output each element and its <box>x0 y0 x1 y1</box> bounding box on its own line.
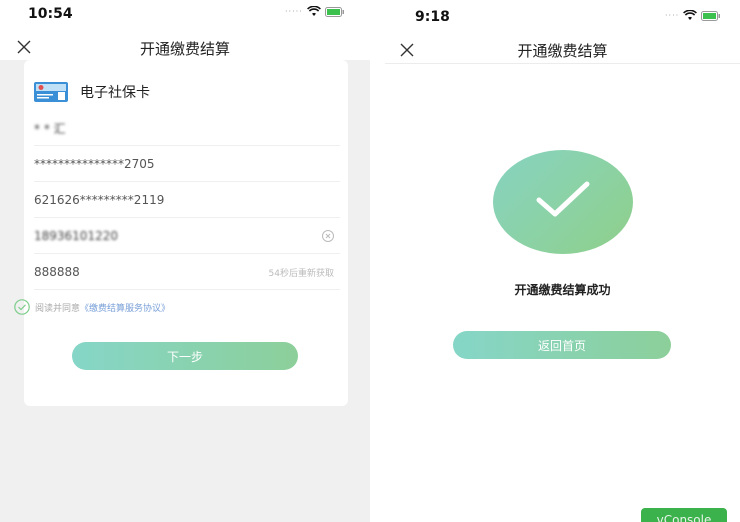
right-screen: 9:18 ···· 开通缴费结算 开通缴费结算成功 返回首页 vConsole <box>385 0 740 522</box>
resend-code-button[interactable]: 54秒后重新获取 <box>269 266 334 279</box>
divider <box>34 289 340 290</box>
left-screen: 10:54 ····· 开通缴费结算 电子社保卡 * * 汇 *********… <box>0 0 370 522</box>
id-number-field: ***************2705 <box>34 146 340 182</box>
wifi-icon <box>306 6 321 17</box>
clear-icon[interactable] <box>322 230 334 242</box>
agreement-prefix: 阅读并同意 <box>35 303 81 314</box>
status-icons: ···· <box>665 10 721 21</box>
divider <box>385 63 740 64</box>
verification-code-field[interactable]: 888888 54秒后重新获取 <box>34 254 340 290</box>
checkmark-icon <box>536 181 590 217</box>
bank-card-value: 621626*********2119 <box>34 193 165 207</box>
page-title: 开通缴费结算 <box>139 40 230 58</box>
card-title: 电子社保卡 <box>80 85 150 101</box>
status-icons: ····· <box>285 6 345 17</box>
signal-dots-icon: ···· <box>665 11 680 20</box>
id-number-value: ***************2705 <box>34 157 155 171</box>
check-circle-icon[interactable] <box>14 299 30 315</box>
success-message: 开通缴费结算成功 <box>514 283 611 297</box>
name-field: * * 汇 <box>34 110 340 146</box>
signal-dots-icon: ····· <box>285 7 303 16</box>
name-value: * * 汇 <box>34 121 66 136</box>
agreement-link[interactable]: 《缴费结算服务协议》 <box>80 301 170 314</box>
success-badge <box>493 150 633 254</box>
wifi-icon <box>683 10 698 21</box>
navbar: 开通缴费结算 <box>0 30 370 64</box>
battery-icon <box>324 6 345 17</box>
phone-field[interactable]: 18936101220 <box>34 218 340 254</box>
phone-value[interactable]: 18936101220 <box>34 229 118 243</box>
social-card-icon <box>34 82 68 102</box>
agreement-row[interactable]: 阅读并同意 《缴费结算服务协议》 <box>14 299 170 315</box>
navbar: 开通缴费结算 <box>385 32 740 66</box>
page-title: 开通缴费结算 <box>517 42 608 60</box>
bank-card-field: 621626*********2119 <box>34 182 340 218</box>
status-time: 10:54 <box>28 6 73 22</box>
card-header: 电子社保卡 <box>34 82 150 102</box>
verification-code-value[interactable]: 888888 <box>34 265 80 279</box>
back-home-button[interactable]: 返回首页 <box>453 331 671 359</box>
next-step-button[interactable]: 下一步 <box>72 342 298 370</box>
battery-icon <box>701 10 721 21</box>
vconsole-button[interactable]: vConsole <box>641 508 727 522</box>
status-time: 9:18 <box>415 9 450 25</box>
